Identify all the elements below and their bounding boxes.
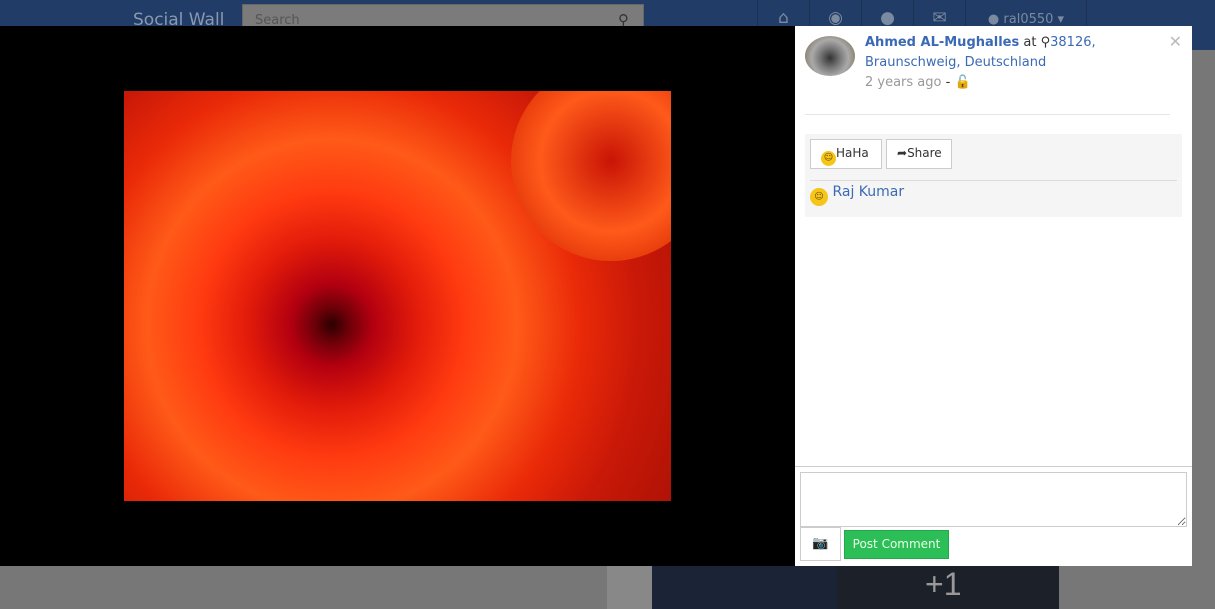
divider [805,114,1170,115]
share-icon: ➦ [897,146,908,160]
comment-input[interactable] [800,472,1187,527]
camera-icon[interactable]: 📷 [800,527,841,561]
post-side-panel: Ahmed AL-Mughalles at ⚲38126, Braunschwe… [795,26,1192,566]
username: ral0550 [1003,12,1054,27]
at-label: at [1023,35,1037,50]
unlock-icon: 🔓 [954,75,971,90]
haha-emoji-icon: ☺ [810,188,828,206]
reaction-list-item: ☺ Raj Kumar [810,184,904,206]
photo [124,91,671,501]
author-avatar[interactable] [805,36,855,76]
more-photos-count[interactable]: +1 [925,566,961,603]
caret-down-icon: ▾ [1057,12,1065,27]
author-link[interactable]: Ahmed AL-Mughalles [865,35,1019,50]
divider [795,466,1192,467]
haha-reaction-button[interactable]: ☺ HaHa [810,139,882,169]
share-label: Share [907,146,942,160]
reactor-name-link[interactable]: Raj Kumar [832,184,904,200]
post-time[interactable]: 2 years ago [865,75,941,90]
post-comment-button[interactable]: Post Comment [844,530,949,559]
divider [810,180,1177,181]
photo-viewer [0,26,795,566]
close-icon[interactable]: ✕ [1169,32,1182,51]
post-actions: ☺ HaHa ➦Share ☺ Raj Kumar [805,134,1182,217]
background-photo: +1 [607,566,1059,609]
separator: - [945,75,951,90]
haha-emoji-icon: ☺ [821,151,836,166]
reaction-label: HaHa [836,146,869,160]
share-button[interactable]: ➦Share [886,139,952,169]
map-marker-icon: ⚲ [1040,35,1051,50]
avatar: ● [987,12,1000,27]
post-header: Ahmed AL-Mughalles at ⚲38126, Braunschwe… [865,33,1165,93]
